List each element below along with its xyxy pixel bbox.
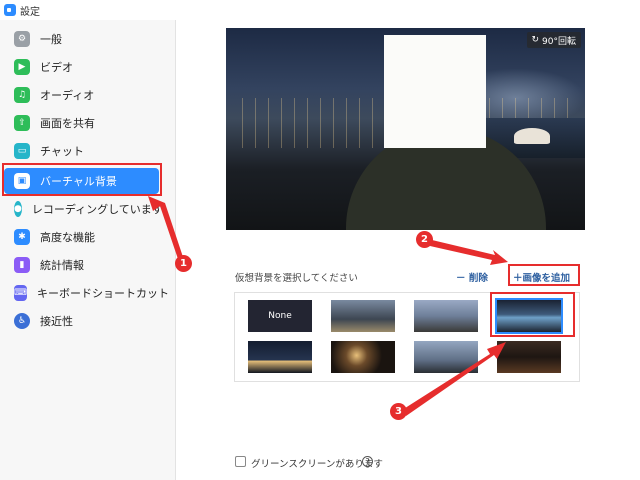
annotation-arrow-1 bbox=[148, 196, 183, 259]
annotation-arrow-3 bbox=[402, 342, 506, 416]
annotation-badge-2: 2 bbox=[416, 231, 433, 248]
annotation-arrow-2 bbox=[430, 240, 508, 265]
annotation-badge-3: 3 bbox=[390, 403, 407, 420]
annotation-badge-1: 1 bbox=[175, 255, 192, 272]
annotation-arrows bbox=[148, 196, 508, 416]
